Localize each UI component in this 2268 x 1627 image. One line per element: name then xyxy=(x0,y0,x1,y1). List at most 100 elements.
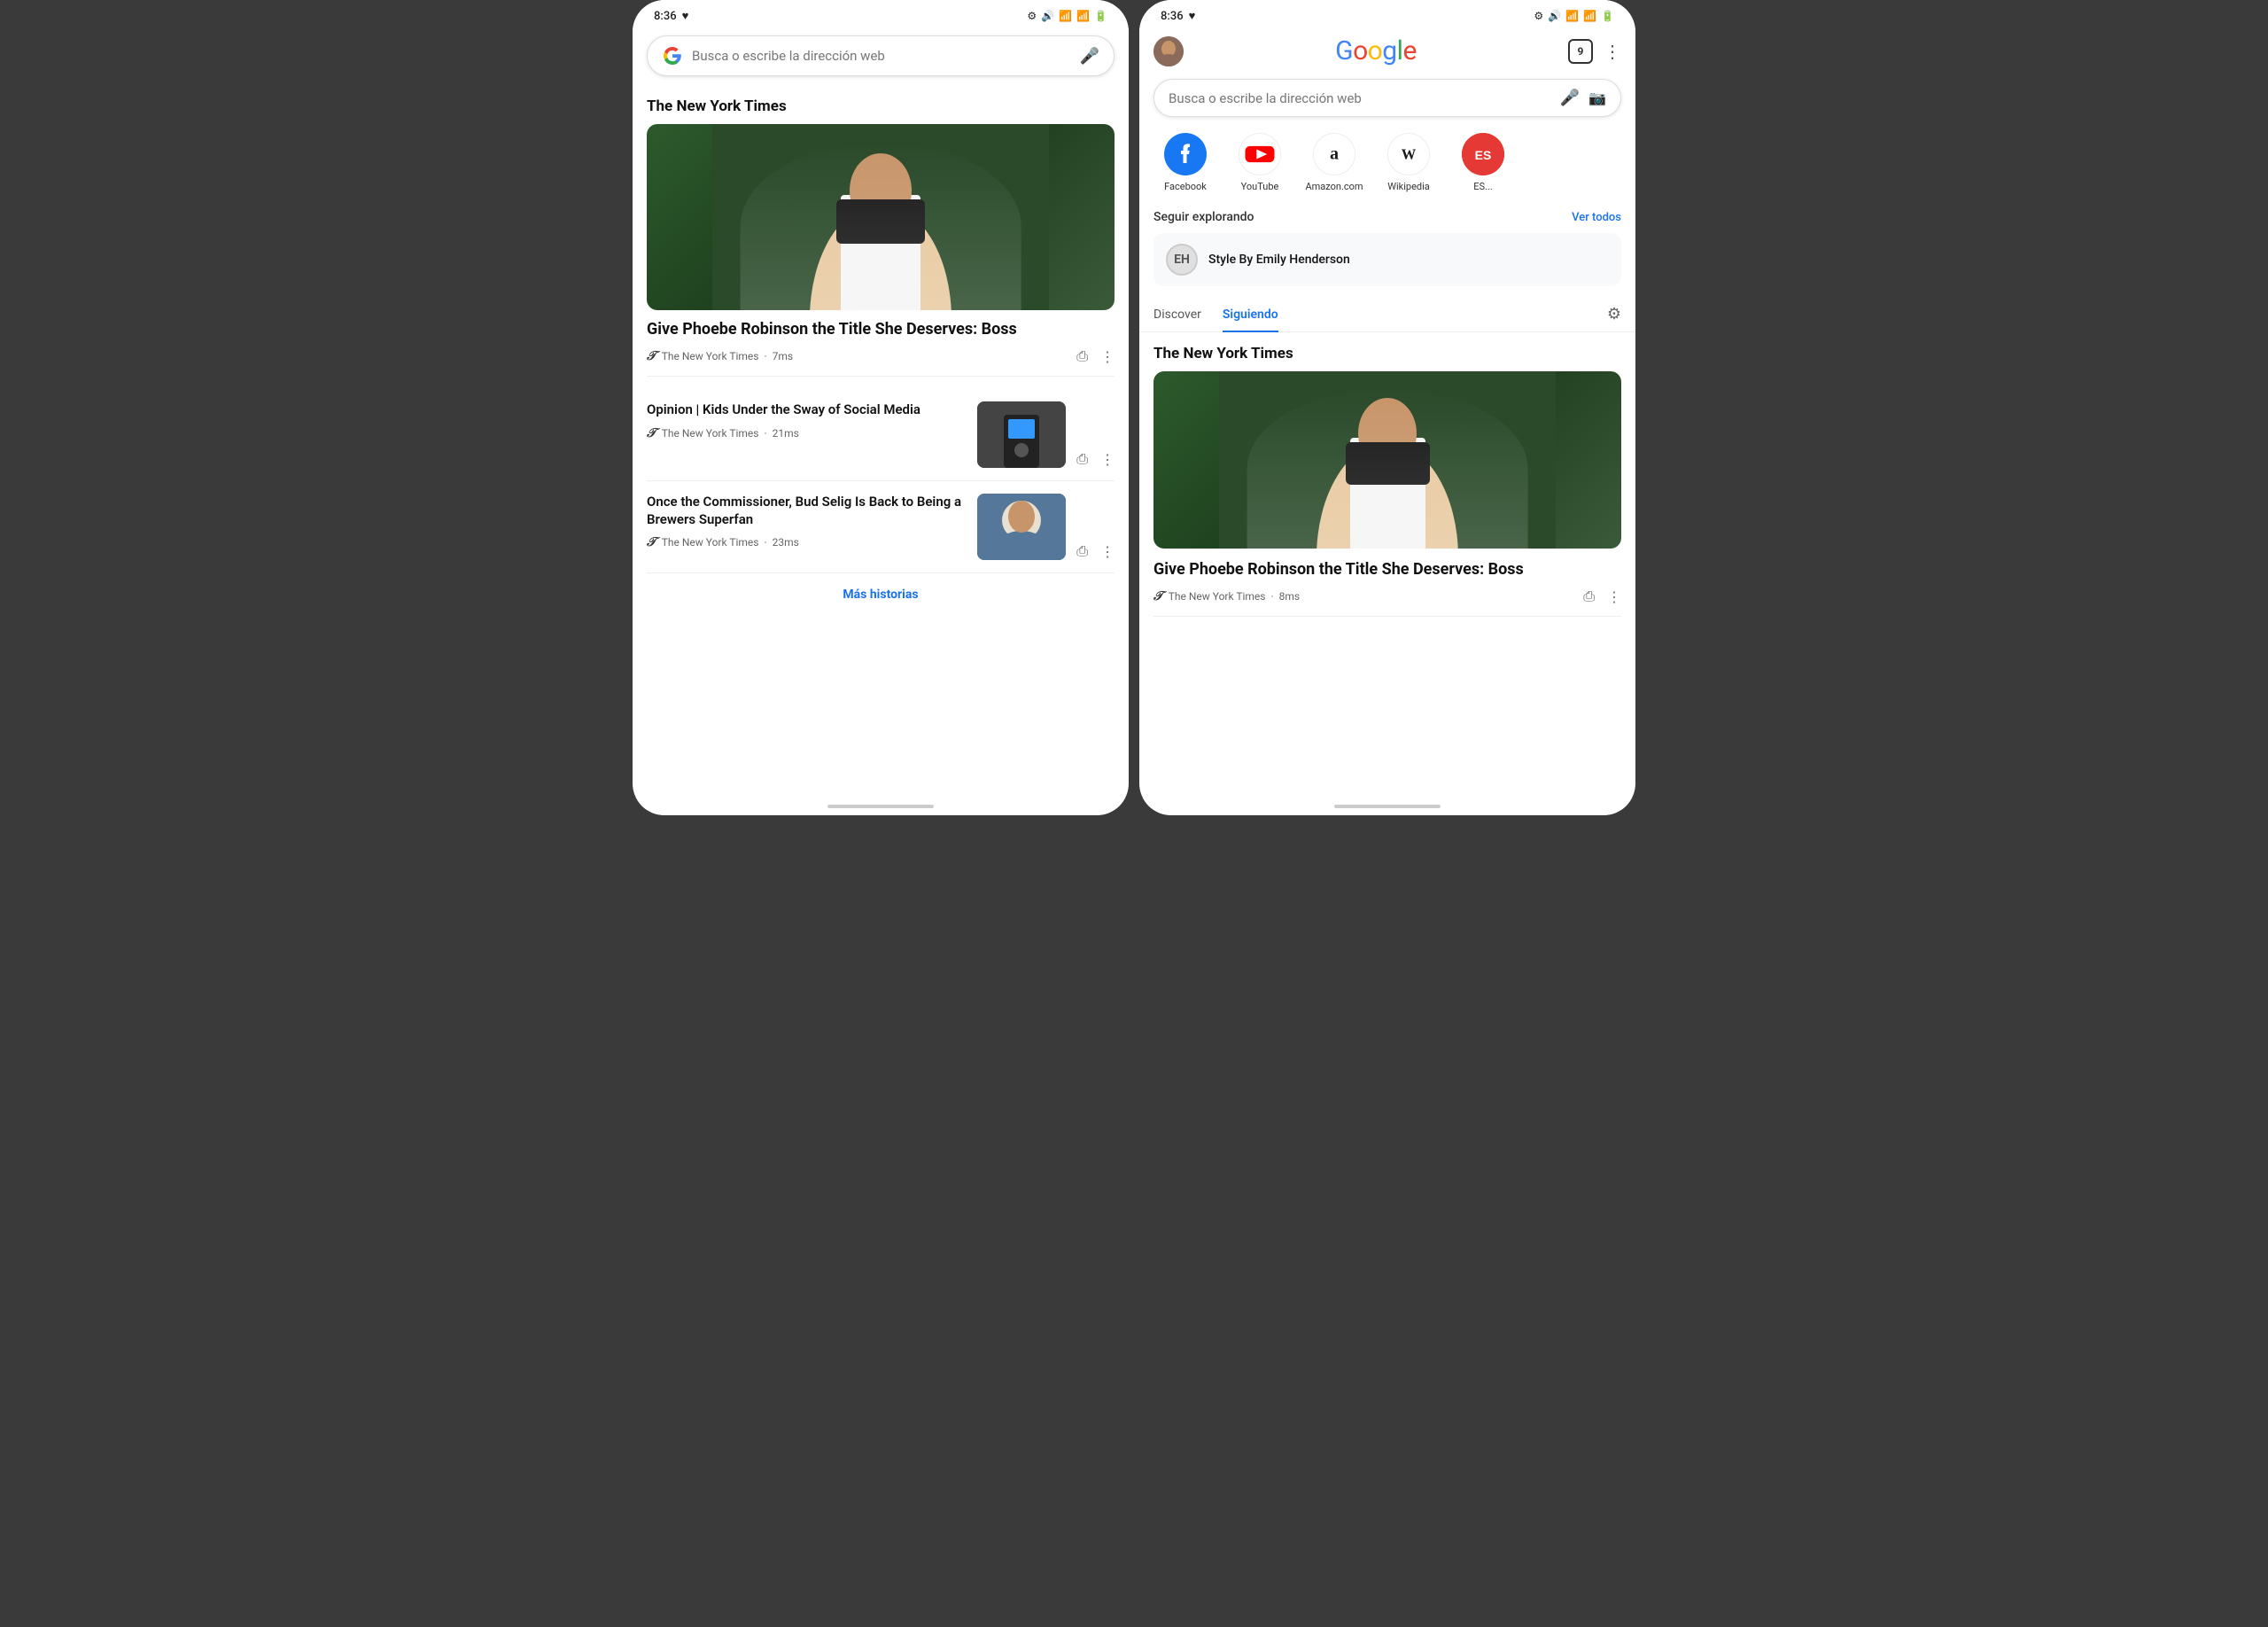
tab-siguiendo[interactable]: Siguiendo xyxy=(1223,297,1278,332)
header-actions: 9 ⋮ xyxy=(1568,39,1621,64)
article-2-svg xyxy=(977,401,1066,468)
status-icons: ⚙ 🔊 📶 📶 🔋 xyxy=(1027,10,1107,22)
search-bar-1[interactable]: Busca o escribe la dirección web 🎤 xyxy=(647,35,1115,76)
status-time-left-2: 8:36 ♥ xyxy=(1161,9,1195,23)
partial-svg: ES xyxy=(1462,133,1504,175)
wikipedia-svg: W xyxy=(1389,135,1428,174)
article-3-source: The New York Times xyxy=(662,536,759,549)
share-icon-p2-1[interactable]: ⎙ xyxy=(1583,588,1595,605)
battery-icon-2: 🔋 xyxy=(1601,10,1614,22)
article-1-svg xyxy=(647,124,1115,310)
article-2-actions: ⎙ ⋮ xyxy=(1076,450,1115,468)
signal-icon: 📶 xyxy=(1076,10,1090,22)
article-3-text: Once the Commissioner, Bud Selig Is Back… xyxy=(647,494,967,549)
signal-icon-2: 📶 xyxy=(1583,10,1596,22)
explore-card-emily[interactable]: EH Style By Emily Henderson xyxy=(1153,233,1621,286)
tab-discover[interactable]: Discover xyxy=(1153,297,1201,332)
g-letter-4: g xyxy=(1382,35,1396,66)
article-3-image xyxy=(977,494,1066,560)
shortcut-youtube[interactable]: YouTube xyxy=(1228,133,1292,192)
amazon-label: Amazon.com xyxy=(1305,181,1363,192)
tabs-count[interactable]: 9 xyxy=(1568,39,1593,64)
svg-text:W: W xyxy=(1402,146,1417,163)
more-icon-2[interactable]: ⋮ xyxy=(1100,451,1115,468)
feed-settings-icon[interactable]: ⚙ xyxy=(1607,305,1621,323)
shortcut-amazon[interactable]: a Amazon.com xyxy=(1302,133,1366,192)
article-1[interactable]: Give Phoebe Robinson the Title She Deser… xyxy=(647,124,1115,377)
share-icon-2[interactable]: ⎙ xyxy=(1076,450,1088,468)
facebook-shortcut-icon xyxy=(1164,133,1207,175)
svg-text:ES: ES xyxy=(1475,148,1492,162)
nyt-section-title-2: The New York Times xyxy=(1153,345,1621,362)
article-p2-1-title: Give Phoebe Robinson the Title She Deser… xyxy=(1153,559,1621,580)
article-2-source: The New York Times xyxy=(662,427,759,440)
search-bar-container-1: Busca o escribe la dirección web 🎤 xyxy=(633,28,1129,85)
share-icon-3[interactable]: ⎙ xyxy=(1076,542,1088,560)
search-bar-container-2: Busca o escribe la dirección web 🎤 📷 xyxy=(1139,72,1635,126)
article-2-image xyxy=(977,401,1066,468)
phone-1: 8:36 ♥ ⚙ 🔊 📶 📶 🔋 Busca o escribe la dire… xyxy=(633,0,1129,815)
more-stories-button[interactable]: Más historias xyxy=(647,573,1115,609)
share-icon-1[interactable]: ⎙ xyxy=(1076,347,1088,365)
article-3-actions: ⎙ ⋮ xyxy=(1076,542,1115,560)
more-menu-icon[interactable]: ⋮ xyxy=(1604,41,1621,62)
article-3-svg xyxy=(977,494,1066,560)
seguir-section: Seguir explorando Ver todos EH Style By … xyxy=(1139,203,1635,297)
user-avatar[interactable] xyxy=(1153,36,1184,66)
nyt-logo-2: 𝒯 xyxy=(647,426,656,440)
wifi-icon: 📶 xyxy=(1059,10,1072,22)
youtube-svg xyxy=(1240,135,1279,174)
search-placeholder-2: Busca o escribe la dirección web xyxy=(1169,90,1551,106)
status-bar-1: 8:36 ♥ ⚙ 🔊 📶 📶 🔋 xyxy=(633,0,1129,28)
article-p2-1-time: 8ms xyxy=(1279,590,1300,603)
shortcut-partial[interactable]: ES ES... xyxy=(1451,133,1515,192)
article-3[interactable]: Once the Commissioner, Bud Selig Is Back… xyxy=(647,481,1115,573)
mic-icon-1[interactable]: 🎤 xyxy=(1080,47,1099,66)
youtube-shortcut-icon xyxy=(1239,133,1281,175)
g-letter-1: G xyxy=(1335,35,1353,66)
mic-icon-2[interactable]: 🎤 xyxy=(1560,89,1580,107)
battery-icon: 🔋 xyxy=(1094,10,1107,22)
emily-henderson-label: Style By Emily Henderson xyxy=(1208,253,1350,267)
seguir-header: Seguir explorando Ver todos xyxy=(1153,210,1621,224)
home-indicator-1 xyxy=(633,798,1129,815)
status-icons-2: ⚙ 🔊 📶 📶 🔋 xyxy=(1534,10,1614,22)
partial-shortcut-icon: ES xyxy=(1462,133,1504,175)
camera-icon-2[interactable]: 📷 xyxy=(1588,90,1606,106)
volume-icon: 🔊 xyxy=(1041,10,1054,22)
more-icon-1[interactable]: ⋮ xyxy=(1100,348,1115,365)
emily-henderson-icon: EH xyxy=(1166,244,1198,276)
heart-icon-2: ♥ xyxy=(1189,9,1196,23)
nyt-section-title-1: The New York Times xyxy=(647,97,1115,115)
settings-icon: ⚙ xyxy=(1027,10,1037,22)
content-1: The New York Times Give Phoebe Robinson … xyxy=(633,85,1129,798)
article-p2-1-svg xyxy=(1153,371,1621,549)
content-2: The New York Times Give Phoebe Robinson … xyxy=(1139,332,1635,798)
article-2-time: 21ms xyxy=(773,427,799,440)
settings-icon-2: ⚙ xyxy=(1534,10,1543,22)
article-1-source-name: The New York Times xyxy=(662,350,759,362)
tabs-bar: Discover Siguiendo ⚙ xyxy=(1139,297,1635,332)
more-icon-p2-1[interactable]: ⋮ xyxy=(1607,588,1621,605)
facebook-svg xyxy=(1164,133,1207,175)
wikipedia-shortcut-icon: W xyxy=(1387,133,1430,175)
status-time-left: 8:36 ♥ xyxy=(654,9,688,23)
article-2[interactable]: Opinion | Kids Under the Sway of Social … xyxy=(647,389,1115,481)
youtube-label: YouTube xyxy=(1241,181,1279,192)
shortcut-wikipedia[interactable]: W Wikipedia xyxy=(1377,133,1441,192)
article-1-actions: ⎙ ⋮ xyxy=(1076,347,1115,365)
article-1-time: 7ms xyxy=(773,350,793,362)
article-1-image xyxy=(647,124,1115,310)
article-p2-1[interactable]: Give Phoebe Robinson the Title She Deser… xyxy=(1153,371,1621,617)
nyt-logo-p2: 𝒯 xyxy=(1153,589,1163,603)
article-p2-1-source: 𝒯 The New York Times · 8ms xyxy=(1153,589,1300,603)
ver-todos-button[interactable]: Ver todos xyxy=(1572,211,1621,224)
google-g-icon xyxy=(662,45,683,66)
home-bar-2 xyxy=(1334,805,1441,808)
search-bar-2[interactable]: Busca o escribe la dirección web 🎤 📷 xyxy=(1153,79,1621,117)
shortcut-facebook[interactable]: Facebook xyxy=(1153,133,1217,192)
g-letter-6: e xyxy=(1402,35,1416,66)
heart-icon: ♥ xyxy=(682,9,689,23)
article-3-time: 23ms xyxy=(773,536,799,549)
more-icon-3[interactable]: ⋮ xyxy=(1100,543,1115,560)
